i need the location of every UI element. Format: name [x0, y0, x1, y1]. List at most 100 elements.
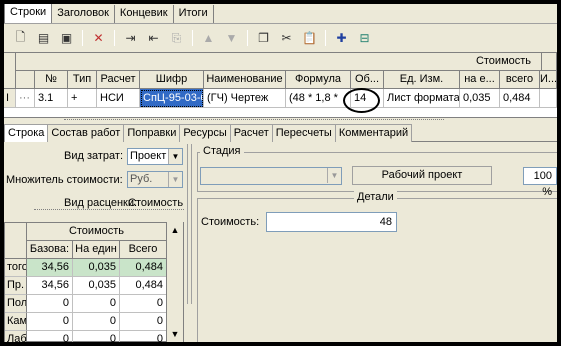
toolbar-separator — [325, 30, 326, 46]
col-header-unit[interactable]: Ед. Изм. — [384, 71, 460, 89]
move-down-icon[interactable]: ▼ — [221, 28, 242, 48]
tab-rows[interactable]: Строки — [4, 4, 53, 23]
table-cell[interactable]: 0 — [27, 295, 73, 313]
col-header-name[interactable]: Наименование — [204, 71, 286, 89]
table-cell[interactable]: 0,035 — [73, 277, 120, 295]
tab-row[interactable]: Строка — [4, 124, 49, 142]
cell-unit[interactable]: Лист формата — [384, 89, 460, 108]
table-cell[interactable]: 0 — [73, 295, 120, 313]
vertical-splitter[interactable] — [187, 144, 192, 304]
cell-type[interactable]: + — [68, 89, 97, 108]
cost-type-value: Проект — [130, 150, 167, 162]
row-expander[interactable]: ··· — [16, 89, 35, 108]
col-header-unit-cost[interactable]: на е... — [460, 71, 500, 89]
table-row-label: Пр. — [5, 277, 27, 295]
left-splitter-grip[interactable] — [34, 209, 184, 215]
table-cell[interactable]: 0 — [73, 331, 120, 342]
cost-group-header: Стоимость — [466, 53, 542, 71]
expand-icon[interactable]: ✚ — [331, 28, 352, 48]
paste-icon[interactable]: 📋 — [299, 28, 320, 48]
grid-header: Стоимость № Тип Расчет Шифр Наименование… — [4, 53, 557, 89]
scroll-up-icon[interactable]: ▲ — [168, 223, 182, 237]
details-legend: Детали — [354, 191, 397, 203]
table-cell[interactable]: 34,56 — [27, 277, 73, 295]
chevron-down-icon[interactable]: ▼ — [327, 168, 341, 183]
col-header-base[interactable]: Базова: — [27, 241, 73, 259]
cell-unit-cost[interactable]: 0,035 — [460, 89, 500, 108]
cost-label: Стоимость: — [201, 216, 260, 228]
col-header-calc[interactable]: Расчет — [97, 71, 140, 89]
cell-extra[interactable] — [540, 89, 557, 108]
tab-recalculations[interactable]: Пересчеты — [271, 124, 336, 142]
insert-icon[interactable]: ⎘ — [166, 28, 187, 48]
pricing-type-label: Вид расценки: — [64, 197, 138, 209]
col-header-type[interactable]: Тип — [68, 71, 97, 89]
tab-footer[interactable]: Концевик — [115, 5, 174, 23]
row-indicator-header — [4, 53, 16, 89]
table-cell[interactable]: 0 — [27, 331, 73, 342]
cost-table-scrollbar[interactable]: ▲ ▼ — [166, 222, 183, 342]
col-header-extra[interactable]: И... — [540, 71, 557, 89]
col-header-code[interactable]: Шифр — [140, 71, 204, 89]
table-cell[interactable]: 0,035 — [73, 259, 120, 277]
col-header-volume[interactable]: Об... — [351, 71, 384, 89]
tab-work-composition[interactable]: Состав работ — [47, 124, 125, 142]
cost-table-corner — [5, 223, 27, 259]
cell-number[interactable]: 3.1 — [35, 89, 68, 108]
open-book-icon[interactable]: ▤ — [33, 28, 54, 48]
table-row-label: того — [5, 259, 27, 277]
working-project-button[interactable]: Рабочий проект — [352, 166, 492, 185]
table-cell[interactable]: 34,56 — [27, 259, 73, 277]
table-cell[interactable]: 0 — [120, 295, 167, 313]
outdent-icon[interactable]: ⇤ — [143, 28, 164, 48]
col-header-sum[interactable]: Всего — [120, 241, 167, 259]
properties-icon[interactable]: ▣ — [56, 28, 77, 48]
cell-name[interactable]: (ГЧ) Чертеж — [204, 89, 286, 108]
new-document-icon[interactable]: 🗋 — [10, 28, 31, 48]
volume-highlight-circle — [343, 88, 380, 113]
col-header-total[interactable]: всего — [500, 71, 540, 89]
window: Строки Заголовок Концевик Итоги 🗋 ▤ ▣ ✕ … — [4, 4, 557, 342]
multiplier-select[interactable]: Руб. ▼ — [127, 171, 183, 188]
col-header-number[interactable]: № — [35, 71, 68, 89]
tab-comment[interactable]: Комментарий — [334, 124, 413, 142]
row-indicator[interactable]: I — [4, 89, 16, 108]
cell-formula[interactable]: (48 * 1,8 * — [286, 89, 351, 108]
table-cell[interactable]: 0,484 — [120, 277, 167, 295]
tab-totals[interactable]: Итоги — [174, 5, 214, 23]
tab-calculation[interactable]: Расчет — [229, 124, 273, 142]
collapse-icon[interactable]: ⊟ — [354, 28, 375, 48]
stage-select[interactable]: ▼ — [200, 167, 342, 185]
move-up-icon[interactable]: ▲ — [198, 28, 219, 48]
indent-icon[interactable]: ⇥ — [120, 28, 141, 48]
grid-header-spacer — [16, 53, 466, 71]
cut-icon[interactable]: ✂ — [276, 28, 297, 48]
tab-header[interactable]: Заголовок — [52, 5, 115, 23]
cost-table-header: Стоимость — [27, 223, 167, 241]
tab-corrections[interactable]: Поправки — [123, 124, 181, 142]
cell-total[interactable]: 0,484 — [500, 89, 540, 108]
chevron-down-icon[interactable]: ▼ — [168, 172, 182, 187]
toolbar-separator — [192, 30, 193, 46]
multiplier-value: Руб. — [130, 173, 153, 185]
chevron-down-icon[interactable]: ▼ — [168, 149, 182, 164]
cell-calc[interactable]: НСИ — [97, 89, 140, 108]
cell-code[interactable]: СпЦ-95-03-0 — [140, 89, 204, 108]
tab-resources[interactable]: Ресурсы — [179, 124, 231, 142]
toolbar: 🗋 ▤ ▣ ✕ ⇥ ⇤ ⎘ ▲ ▼ ❐ ✂ 📋 ✚ ⊟ — [4, 26, 557, 50]
col-header-blank — [16, 71, 35, 89]
table-cell[interactable]: 0,484 — [120, 259, 167, 277]
copy-icon[interactable]: ❐ — [253, 28, 274, 48]
scroll-down-icon[interactable]: ▼ — [168, 327, 182, 341]
col-header-per-unit[interactable]: На един — [73, 241, 120, 259]
stage-percent-field[interactable]: 100 % — [523, 167, 557, 198]
table-cell[interactable]: 0 — [120, 313, 167, 331]
table-cell[interactable]: 0 — [27, 313, 73, 331]
table-row-label: Лаб. — [5, 331, 27, 342]
cost-field[interactable]: 48 — [266, 212, 397, 232]
table-cell[interactable]: 0 — [120, 331, 167, 342]
col-header-formula[interactable]: Формула — [286, 71, 351, 89]
table-cell[interactable]: 0 — [73, 313, 120, 331]
cost-type-select[interactable]: Проект ▼ — [127, 148, 183, 165]
delete-icon[interactable]: ✕ — [88, 28, 109, 48]
